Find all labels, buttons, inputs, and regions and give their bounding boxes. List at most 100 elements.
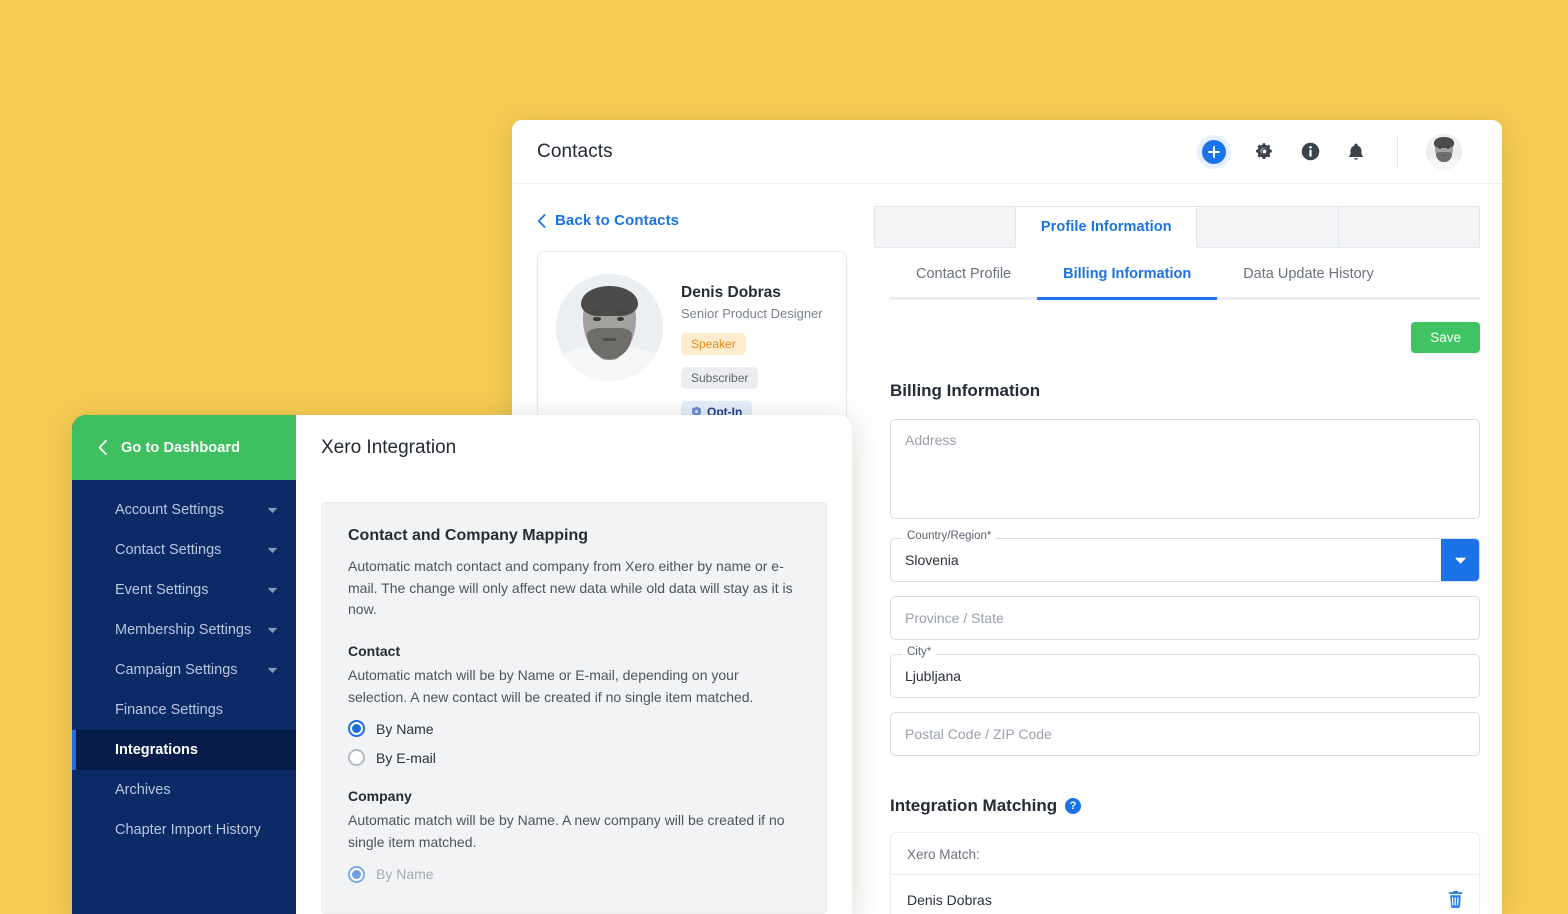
integration-matching-label: Integration Matching <box>890 796 1058 815</box>
country-label: Country/Region* <box>902 530 997 542</box>
sidebar-item-contact-settings[interactable]: Contact Settings <box>72 530 296 570</box>
avatar[interactable] <box>1426 133 1462 170</box>
sidebar-item-label: Finance Settings <box>115 702 224 718</box>
avatar-portrait <box>1426 133 1462 170</box>
contacts-topbar: Contacts <box>512 120 1502 184</box>
page-title: Contacts <box>537 140 613 162</box>
settings-main: Xero Integration Contact and Company Map… <box>296 415 852 914</box>
radio-label: By Name <box>376 866 434 883</box>
profile-panel: Contact Profile Billing Information Data… <box>874 248 1480 914</box>
table-row: Denis Dobras <box>891 875 1479 914</box>
sub-tabstrip: Contact Profile Billing Information Data… <box>890 248 1480 300</box>
tab-billing-information[interactable]: Billing Information <box>1037 248 1218 300</box>
back-to-contacts-link[interactable]: Back to Contacts <box>537 212 864 229</box>
match-name: Denis Dobras <box>907 891 992 908</box>
mapping-card: Contact and Company Mapping Automatic ma… <box>321 502 827 914</box>
go-to-dashboard-label: Go to Dashboard <box>121 439 241 456</box>
sidebar-item-label: Contact Settings <box>115 542 222 558</box>
top-tabstrip: Profile Information <box>874 206 1480 248</box>
chevron-down-icon <box>267 542 278 558</box>
go-to-dashboard-button[interactable]: Go to Dashboard <box>72 415 296 480</box>
topbar-icon-group <box>1197 133 1462 170</box>
gear-icon[interactable] <box>1251 139 1277 165</box>
address-field-wrap <box>890 419 1480 524</box>
trash-icon[interactable] <box>1448 891 1463 908</box>
tab-empty-2[interactable] <box>1197 206 1339 248</box>
add-icon <box>1202 139 1226 164</box>
page-title: Xero Integration <box>321 436 457 458</box>
sidebar: Go to Dashboard Account Settings Contact… <box>72 415 296 914</box>
badge-row-primary: Speaker Subscriber <box>681 333 828 389</box>
radio-icon <box>348 720 365 738</box>
province-input[interactable] <box>890 596 1480 640</box>
contact-section-description: Automatic match will be by Name or E-mai… <box>348 667 754 705</box>
city-input[interactable] <box>890 654 1480 698</box>
postal-code-input[interactable] <box>890 712 1480 756</box>
sidebar-item-integrations[interactable]: Integrations <box>72 730 296 770</box>
country-input[interactable] <box>890 538 1480 582</box>
tab-contact-profile[interactable]: Contact Profile <box>890 248 1037 297</box>
status-badge-subscriber: Subscriber <box>681 367 759 389</box>
chevron-down-icon <box>267 582 278 598</box>
settings-content: Contact and Company Mapping Automatic ma… <box>296 480 852 914</box>
settings-header: Xero Integration <box>296 415 852 480</box>
sidebar-item-membership-settings[interactable]: Membership Settings <box>72 610 296 650</box>
chevron-left-icon <box>537 213 546 228</box>
xero-match-card: Xero Match: Denis Dobras <box>890 832 1480 914</box>
tab-empty-1[interactable] <box>874 206 1017 248</box>
city-label: City* <box>902 646 937 658</box>
contacts-right-column: Profile Information Contact Profile Bill… <box>864 184 1502 914</box>
radio-contact-by-name[interactable]: By Name <box>348 720 800 738</box>
xero-match-label: Xero Match: <box>891 833 1479 875</box>
radio-icon <box>348 865 365 883</box>
tab-profile-information[interactable]: Profile Information <box>1016 206 1198 248</box>
divider <box>1397 135 1398 168</box>
sidebar-nav: Account Settings Contact Settings Event … <box>72 480 296 850</box>
status-badge-speaker: Speaker <box>681 333 746 355</box>
radio-contact-by-email[interactable]: By E-mail <box>348 749 800 767</box>
save-button[interactable]: Save <box>1411 322 1480 353</box>
sidebar-item-archives[interactable]: Archives <box>72 770 296 810</box>
sidebar-item-event-settings[interactable]: Event Settings <box>72 570 296 610</box>
radio-icon <box>348 749 365 767</box>
integration-matching-heading: Integration Matching ? <box>890 796 1480 816</box>
radio-company-by-name: By Name <box>348 865 800 883</box>
contact-name: Denis Dobras <box>681 284 781 301</box>
bell-icon[interactable] <box>1343 139 1369 165</box>
sidebar-item-label: Membership Settings <box>115 622 252 638</box>
address-input[interactable] <box>890 419 1480 519</box>
contact-role: Senior Product Designer <box>681 306 823 321</box>
settings-window: Go to Dashboard Account Settings Contact… <box>72 415 852 914</box>
postal-field-wrap <box>890 712 1480 756</box>
tab-empty-3[interactable] <box>1338 206 1480 248</box>
info-icon[interactable] <box>1297 139 1323 165</box>
radio-label: By E-mail <box>376 749 436 766</box>
help-icon[interactable]: ? <box>1065 798 1082 814</box>
radio-label: By Name <box>376 720 434 737</box>
back-to-contacts-label: Back to Contacts <box>555 212 680 229</box>
city-field-wrap: City* <box>890 646 1480 698</box>
contact-portrait <box>556 274 663 381</box>
tab-profile-information-label: Profile Information <box>1040 219 1172 235</box>
contact-section-heading: Contact <box>348 643 401 660</box>
country-dropdown-button[interactable] <box>1441 539 1479 581</box>
add-button[interactable] <box>1197 134 1231 169</box>
sidebar-item-label: Account Settings <box>115 502 224 518</box>
mapping-title: Contact and Company Mapping <box>348 527 588 544</box>
sidebar-item-label: Integrations <box>115 742 198 758</box>
sidebar-item-label: Chapter Import History <box>115 822 261 838</box>
sidebar-item-campaign-settings[interactable]: Campaign Settings <box>72 650 296 690</box>
sidebar-item-chapter-import-history[interactable]: Chapter Import History <box>72 810 296 850</box>
chevron-left-icon <box>98 440 107 455</box>
sidebar-item-finance-settings[interactable]: Finance Settings <box>72 690 296 730</box>
province-field-wrap <box>890 596 1480 640</box>
contact-avatar <box>556 274 663 381</box>
sidebar-item-account-settings[interactable]: Account Settings <box>72 490 296 530</box>
company-section-heading: Company <box>348 788 412 805</box>
chevron-down-icon <box>267 502 278 518</box>
billing-information-heading: Billing Information <box>890 381 1041 400</box>
chevron-down-icon <box>1454 556 1466 563</box>
tab-data-update-history[interactable]: Data Update History <box>1217 248 1400 297</box>
chevron-down-icon <box>267 662 278 678</box>
country-field-wrap: Country/Region* <box>890 530 1480 582</box>
